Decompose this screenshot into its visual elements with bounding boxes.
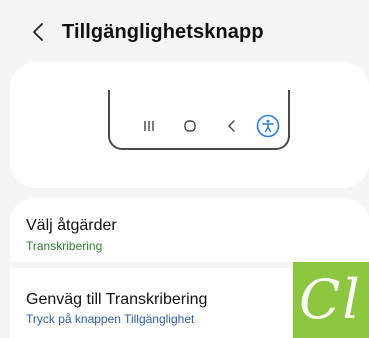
page-title: Tillgänglighetsknapp — [62, 21, 264, 43]
chevron-left-icon — [33, 23, 43, 41]
choose-actions-subtitle: Transkribering — [26, 239, 103, 253]
shortcut-title: Genväg till Transkribering — [26, 291, 208, 308]
shortcut-subtitle: Tryck på knappen Tillgänglighet — [26, 312, 195, 326]
app-header: Tillgänglighetsknapp — [0, 0, 369, 62]
navigation-bar — [110, 114, 288, 138]
back-button[interactable] — [28, 20, 48, 44]
back-icon — [228, 120, 235, 132]
logo-text: Cl — [299, 268, 362, 331]
brand-logo: Cl — [293, 262, 369, 338]
home-icon — [184, 120, 196, 132]
phone-illustration — [108, 90, 290, 150]
choose-actions-item[interactable]: Välj åtgärder Transkribering — [10, 198, 369, 262]
choose-actions-title: Välj åtgärder — [26, 217, 117, 234]
recents-icon — [144, 121, 154, 131]
accessibility-icon[interactable] — [256, 114, 280, 138]
accessibility-button-preview — [10, 62, 369, 188]
